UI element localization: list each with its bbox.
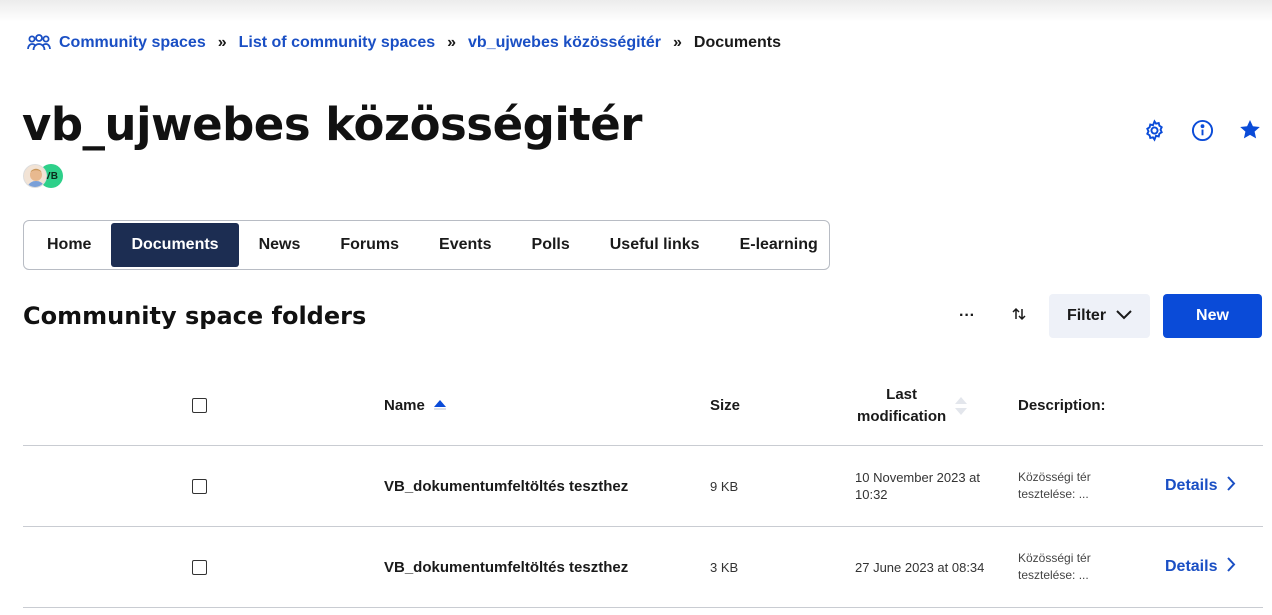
breadcrumb-separator: » <box>217 34 227 51</box>
more-options-button[interactable]: ··· <box>949 296 985 336</box>
table-header: Name Size Last modification Description: <box>23 366 1263 446</box>
top-shadow <box>0 0 1272 22</box>
select-all-checkbox[interactable] <box>192 398 207 413</box>
desc-line1: Közösségi tér <box>1018 551 1091 565</box>
table-row[interactable]: VB_dokumentumfeltöltés teszthez 3 KB 27 … <box>23 527 1263 608</box>
avatar[interactable] <box>23 164 47 188</box>
filter-button[interactable]: Filter <box>1049 294 1150 338</box>
chevron-right-icon <box>1227 476 1236 496</box>
column-name[interactable]: Name <box>384 397 425 414</box>
new-button[interactable]: New <box>1163 294 1262 338</box>
breadcrumb-current: Documents <box>693 34 782 51</box>
desc-line2: tesztelése: ... <box>1018 568 1089 582</box>
folder-last-modification: 10 November 2023 at 10:32 <box>855 469 990 503</box>
row-checkbox[interactable] <box>192 478 207 494</box>
details-label: Details <box>1165 558 1218 575</box>
breadcrumb-community-spaces[interactable]: Community spaces <box>59 34 206 52</box>
breadcrumb-list-of-community-spaces[interactable]: List of community spaces <box>239 34 436 52</box>
tab-forums[interactable]: Forums <box>320 223 419 267</box>
breadcrumb-separator: » <box>447 34 457 51</box>
community-icon <box>27 34 51 52</box>
folder-name[interactable]: VB_dokumentumfeltöltés teszthez <box>384 478 628 495</box>
folder-name[interactable]: VB_dokumentumfeltöltés teszthez <box>384 559 628 576</box>
tab-e-learning[interactable]: E-learning <box>720 223 838 267</box>
table-row[interactable]: VB_dokumentumfeltöltés teszthez 9 KB 10 … <box>23 446 1263 527</box>
row-checkbox[interactable] <box>192 559 207 575</box>
filter-label: Filter <box>1066 307 1107 324</box>
star-icon[interactable] <box>1238 118 1262 142</box>
tab-documents[interactable]: Documents <box>111 223 239 267</box>
sort-button[interactable] <box>999 296 1039 336</box>
desc-line2: tesztelése: ... <box>1018 487 1089 501</box>
folders-table: Name Size Last modification Description:… <box>23 366 1263 608</box>
tab-polls[interactable]: Polls <box>512 223 590 267</box>
column-last-modification-line1: Last <box>886 385 917 403</box>
space-tabs: Home Documents News Forums Events Polls … <box>23 220 830 270</box>
sort-icon <box>1011 306 1027 327</box>
breadcrumb-space[interactable]: vb_ujwebes közösségitér <box>468 34 661 52</box>
breadcrumb: Community spaces » List of community spa… <box>27 34 781 52</box>
date-line1: 10 November 2023 at <box>855 470 981 485</box>
folder-size: 3 KB <box>710 559 739 575</box>
date-line2: 10:32 <box>855 487 888 502</box>
tab-useful-links[interactable]: Useful links <box>590 223 720 267</box>
details-link[interactable]: Details <box>1165 557 1236 577</box>
sort-ascending-icon[interactable] <box>433 399 447 413</box>
info-icon[interactable] <box>1190 118 1214 142</box>
tab-events[interactable]: Events <box>419 223 511 267</box>
folder-description: Közösségi tér tesztelése: ... <box>1018 550 1108 584</box>
gear-icon[interactable] <box>1142 118 1166 142</box>
breadcrumb-separator: » <box>673 34 682 51</box>
folder-actions: ··· Filter New <box>949 294 1262 338</box>
tab-home[interactable]: Home <box>27 223 111 267</box>
member-avatars[interactable]: VB <box>23 164 63 188</box>
folder-last-modification: 27 June 2023 at 08:34 <box>855 559 985 575</box>
header-actions <box>1142 118 1262 142</box>
details-label: Details <box>1165 477 1218 494</box>
desc-line1: Közösségi tér <box>1018 470 1091 484</box>
tab-news[interactable]: News <box>239 223 321 267</box>
sort-unsorted-icon[interactable] <box>954 395 968 417</box>
column-size[interactable]: Size <box>710 397 740 414</box>
column-last-modification-line2: modification <box>857 407 947 425</box>
folder-size: 9 KB <box>710 478 739 494</box>
section-title: Community space folders <box>23 302 367 330</box>
chevron-right-icon <box>1227 557 1236 577</box>
details-link[interactable]: Details <box>1165 476 1236 496</box>
column-last-modification[interactable]: Last modification <box>857 384 946 428</box>
page-title: vb_ujwebes közösségitér <box>22 98 642 151</box>
folder-description: Közösségi tér tesztelése: ... <box>1018 469 1108 503</box>
column-description: Description: <box>1018 397 1106 414</box>
chevron-down-icon <box>1116 307 1132 325</box>
